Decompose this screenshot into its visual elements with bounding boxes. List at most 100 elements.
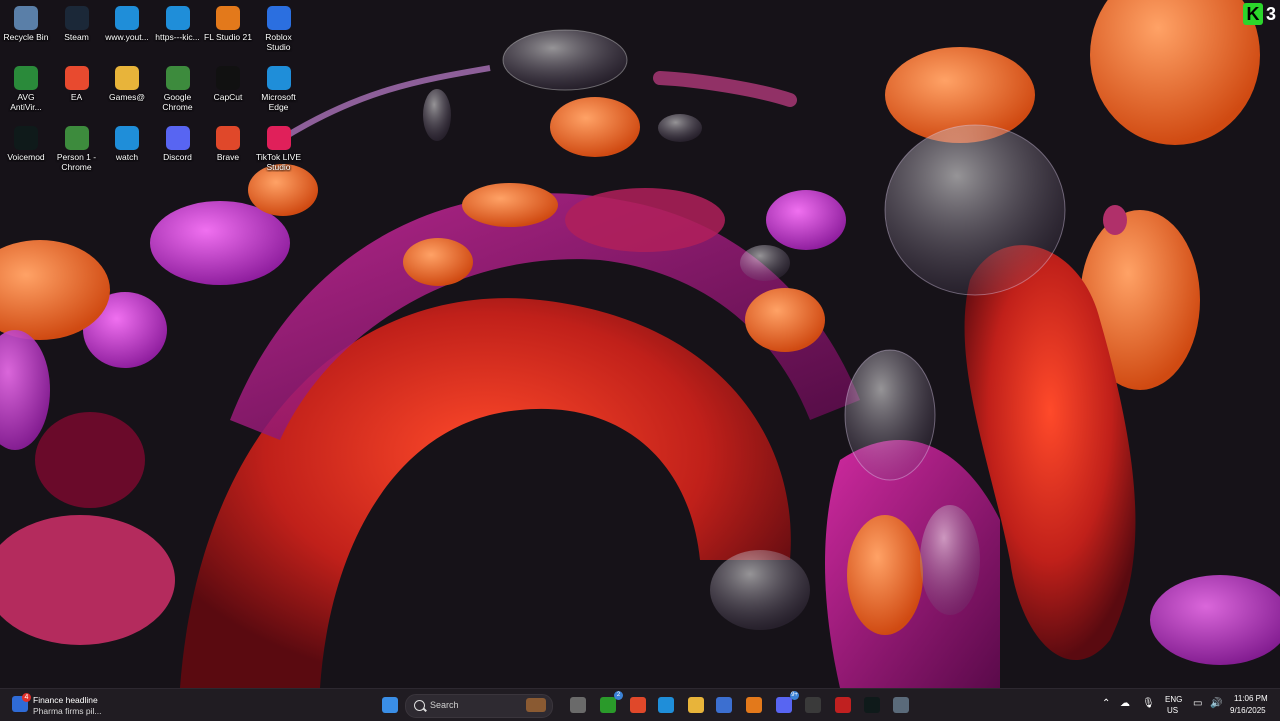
folder-icon xyxy=(688,697,704,713)
desktop-shortcut[interactable]: Microsoft Edge xyxy=(254,62,304,120)
chevron-up-icon[interactable]: ⌃ xyxy=(1102,698,1110,709)
shortcut-label: Roblox Studio xyxy=(265,32,292,52)
widget-badge: 4 xyxy=(22,693,31,702)
search-icon xyxy=(414,700,425,711)
obs-icon xyxy=(805,697,821,713)
windows-icon xyxy=(382,697,398,713)
clock-time[interactable]: 11:06 PM xyxy=(1234,694,1268,703)
fl-studio-app[interactable] xyxy=(742,693,766,717)
news-widget[interactable]: 4 Finance headline Pharma firms pil... xyxy=(10,692,160,718)
settings-app[interactable] xyxy=(889,693,913,717)
steam-icon xyxy=(64,6,89,30)
edge-icon xyxy=(115,126,139,150)
desktop-shortcut[interactable]: Person 1 - Chrome xyxy=(52,122,102,180)
gear-icon xyxy=(893,697,909,713)
desktop-icon-grid: Recycle Bin Steam www.yout... https---kic..… xyxy=(0,0,310,240)
discord-app[interactable]: 9+ xyxy=(772,691,799,717)
edge-icon xyxy=(658,697,674,713)
desktop-shortcut[interactable]: Roblox Studio xyxy=(254,2,304,60)
widget-headline: Finance headline xyxy=(33,695,98,705)
start-button[interactable] xyxy=(378,693,402,717)
desktop-shortcut[interactable]: EA xyxy=(52,62,102,120)
discord-icon xyxy=(165,126,190,150)
desktop-shortcut[interactable]: www.yout... xyxy=(102,2,152,60)
shortcut-label: Microsoft Edge xyxy=(261,92,296,112)
overlay-badge: K 3 xyxy=(1236,0,1280,28)
tiktok-icon xyxy=(266,126,291,150)
taskbar-search[interactable]: Search xyxy=(405,694,553,718)
edge-app[interactable] xyxy=(654,693,678,717)
taskbar: 4 Finance headline Pharma firms pil... 2… xyxy=(0,688,1280,721)
shortcut-label: Google Chrome xyxy=(162,92,193,112)
chrome-icon xyxy=(165,66,190,90)
clock-date[interactable]: 9/16/2025 xyxy=(1230,706,1266,715)
desktop-shortcut[interactable]: AVG AntiVir... xyxy=(1,62,51,120)
shortcut-label: TikTok LIVE Studio xyxy=(255,152,302,172)
volume-icon[interactable]: 🔊 xyxy=(1210,698,1222,709)
shortcut-label: Recycle Bin xyxy=(3,32,49,42)
task-view-icon xyxy=(570,697,586,713)
search-placeholder: Search xyxy=(430,700,459,710)
voicemod-icon xyxy=(14,126,38,150)
microphone-icon[interactable]: 🎙 xyxy=(1142,698,1155,709)
shortcut-label: Voicemod xyxy=(7,152,45,162)
file-explorer-app[interactable] xyxy=(684,693,708,717)
desktop-shortcut[interactable]: Games@ xyxy=(102,62,152,120)
notification-badge: 2 xyxy=(614,691,623,700)
desktop-shortcut[interactable]: Recycle Bin xyxy=(1,2,51,60)
recycle-bin-icon xyxy=(14,6,38,30)
overlay-k-icon: K xyxy=(1242,3,1263,25)
shortcut-label: https---kic... xyxy=(155,32,200,42)
overlay-count: 3 xyxy=(1265,3,1276,24)
language-indicator[interactable]: ENG xyxy=(1165,695,1182,704)
roblox-studio-icon xyxy=(266,6,291,30)
desktop-shortcut[interactable]: FL Studio 21 xyxy=(203,2,253,60)
shortcut-label: Games@ xyxy=(108,92,146,102)
desktop-shortcut[interactable]: Voicemod xyxy=(1,122,51,180)
desktop-shortcut[interactable]: https---kic... xyxy=(153,2,203,60)
desktop-shortcut[interactable]: CapCut xyxy=(203,62,253,120)
shortcut-label: Person 1 - Chrome xyxy=(56,152,97,172)
voicemod-app[interactable] xyxy=(860,693,884,717)
desktop-shortcut[interactable]: Brave xyxy=(203,122,253,180)
shortcut-label: watch xyxy=(115,152,139,162)
ea-icon xyxy=(64,66,89,90)
notification-badge: 9+ xyxy=(790,691,799,700)
shortcut-label: Discord xyxy=(163,152,192,162)
voicemeeter-app[interactable] xyxy=(831,693,855,717)
edge-icon xyxy=(115,6,139,30)
region-indicator[interactable]: US xyxy=(1167,706,1178,715)
obs-app[interactable] xyxy=(801,693,825,717)
desktop-shortcut[interactable]: Google Chrome xyxy=(153,62,203,120)
desktop-shortcut[interactable]: Discord xyxy=(153,122,203,180)
xbox-app[interactable]: 2 xyxy=(596,691,623,717)
store-app[interactable] xyxy=(712,693,736,717)
desktop-shortcut[interactable]: watch xyxy=(102,122,152,180)
shortcut-label: CapCut xyxy=(213,92,243,102)
shortcut-label: www.yout... xyxy=(105,32,149,42)
edge-icon xyxy=(165,6,190,30)
shortcut-label: Steam xyxy=(64,32,89,42)
voicemod-icon xyxy=(864,697,880,713)
fl-studio-icon xyxy=(216,6,240,30)
desktop-shortcut[interactable]: TikTok LIVE Studio xyxy=(254,122,304,180)
shortcut-label: AVG AntiVir... xyxy=(10,92,42,112)
search-highlight-icon xyxy=(526,698,546,712)
task-view-button[interactable] xyxy=(566,693,590,717)
display-icon[interactable]: ▭ xyxy=(1193,698,1202,709)
shortcut-label: Brave xyxy=(216,152,240,162)
widget-subtitle: Pharma firms pil... xyxy=(33,706,102,716)
voicemeeter-icon xyxy=(835,697,851,713)
shortcut-label: FL Studio 21 xyxy=(204,32,252,42)
games-folder-icon xyxy=(115,66,139,90)
xbox-icon xyxy=(600,697,616,713)
shortcut-label: EA xyxy=(70,92,83,102)
store-icon xyxy=(716,697,732,713)
capcut-icon xyxy=(216,66,240,90)
network-icon[interactable]: ☁ xyxy=(1120,698,1130,709)
brave-icon xyxy=(216,126,240,150)
discord-icon xyxy=(776,697,792,713)
system-tray: ⌃ ☁ 🎙 ENG US ▭ 🔊 11:06 PM 9/16/2025 xyxy=(1096,689,1280,721)
desktop-shortcut[interactable]: Steam xyxy=(52,2,102,60)
brave-app[interactable] xyxy=(626,693,650,717)
